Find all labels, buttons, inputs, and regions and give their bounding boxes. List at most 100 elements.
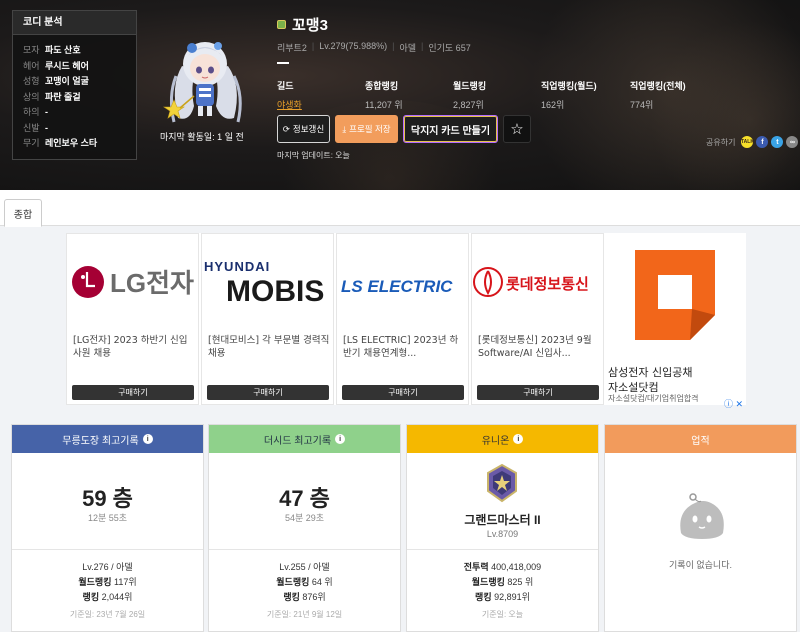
dojo-lv-class: Lv.276 / 아델 xyxy=(82,562,133,572)
ad-banner: LG전자 [LG전자] 2023 하반기 신입사원 채용 구매하기 HYUNDA… xyxy=(66,233,746,405)
buy-button[interactable]: 구매하기 xyxy=(207,385,329,400)
coordi-item-top[interactable]: 상의 파란 줄겉 xyxy=(23,90,126,106)
union-world-rank: 월드랭킹 825 위 xyxy=(471,577,534,587)
coordi-item-bottom: 하의 - xyxy=(23,107,48,117)
union-power: 전투력 400,418,009 xyxy=(463,562,542,572)
coordi-item-shoes: 신발 - xyxy=(23,122,48,133)
achievement-card: 업적 기록이 없습니다. xyxy=(604,424,797,632)
ad-text: [LS ELECTRIC] 2023년 하반기 채용연계형... xyxy=(343,335,459,359)
mobis-logo-icon: HYUNDAI MOBIS xyxy=(204,259,324,307)
favorite-star-button[interactable]: ☆ xyxy=(503,115,531,143)
refresh-icon: ⟳ xyxy=(282,123,290,134)
coordi-item-face[interactable]: 성형 꼬맹이 얼굴 xyxy=(23,74,126,90)
share-bar: 공유하기 TALK f t ∞ xyxy=(706,136,799,148)
achievement-empty-text: 기록이 없습니다. xyxy=(669,560,732,570)
tab-overview[interactable]: 종합 xyxy=(4,199,42,227)
ad-choices-icon[interactable]: ⓘ ✕ xyxy=(724,397,743,410)
ranking-stats: 길드 야생화 종합랭킹 11,207 위 월드랭킹 2,827위 직업랭킹(월드… xyxy=(277,79,720,111)
star-icon: ☆ xyxy=(510,121,524,138)
dojo-time: 12분 55초 xyxy=(87,513,128,523)
buy-button[interactable]: 구매하기 xyxy=(477,385,599,400)
svg-text:LS ELECTRIC: LS ELECTRIC xyxy=(341,277,453,296)
seed-card-header: 더시드 최고기록 i xyxy=(209,425,400,453)
character-name: 꼬맹3 xyxy=(292,17,328,34)
character-avatar-image xyxy=(163,42,242,123)
character-class: 아델 xyxy=(399,43,416,53)
dojo-rank: 랭킹 2,044위 xyxy=(82,592,133,602)
world-icon xyxy=(277,20,286,29)
share-label: 공유하기 xyxy=(706,137,736,147)
empty-slime-icon xyxy=(680,493,724,539)
info-icon[interactable]: i xyxy=(335,434,346,444)
action-buttons: ⟳ 정보갱신 ⤓ 프로필 저장 닥지지 카드 만들기 ☆ xyxy=(277,115,531,143)
stat-guild: 길드 야생화 xyxy=(277,79,365,111)
tab-bar: 종합 xyxy=(0,190,800,227)
buy-button[interactable]: 구매하기 xyxy=(72,385,194,400)
union-card: 유니온 i 그랜드마스터 II Lv.8709 전투력 400,418,009 … xyxy=(406,424,599,632)
link-share-icon[interactable]: ∞ xyxy=(786,136,799,148)
twitter-share-icon[interactable]: t xyxy=(771,136,784,148)
bg-glow xyxy=(260,100,520,190)
stat-job-total-rank: 직업랭킹(전체) 774위 xyxy=(630,81,686,110)
dojo-date: 기준일: 23년 7월 26일 xyxy=(69,610,146,619)
ad-lotte[interactable]: 롯데정보통신 [롯데정보통신] 2023년 9월 Software/AI 신입사… xyxy=(471,233,604,405)
union-card-header: 유니온 i xyxy=(407,425,598,453)
seed-lv-class: Lv.255 / 아델 xyxy=(279,562,330,572)
union-rank: 랭킹 92,891위 xyxy=(475,592,530,602)
seed-rank: 랭킹 876위 xyxy=(283,592,326,602)
ad-mobis[interactable]: HYUNDAI MOBIS [현대모비스] 각 부문별 경력직 채용 구매하기 xyxy=(201,233,334,405)
ad-ls-electric[interactable]: LS ELECTRIC [LS ELECTRIC] 2023년 하반기 채용연계… xyxy=(336,233,469,405)
coordi-panel: 코디 분석 모자 파도 산호 헤어 루시드 헤어 성형 꼬맹이 얼굴 상의 파란 줄겉 … xyxy=(12,10,137,160)
facebook-share-icon[interactable]: f xyxy=(756,136,769,148)
ad-text: [현대모비스] 각 부문별 경력직 채용 xyxy=(208,335,330,359)
achievement-card-header: 업적 xyxy=(605,425,796,453)
coordi-item-weapon[interactable]: 무기 레인보우 스타 xyxy=(23,136,126,152)
last-update-text: 마지막 업데이트: 오늘 xyxy=(277,151,350,160)
coordi-item-hat[interactable]: 모자 파도 산호 xyxy=(23,43,126,59)
jasoseol-logo-icon xyxy=(635,250,715,340)
stat-job-world-rank: 직업랭킹(월드) 162위 xyxy=(541,81,597,110)
last-active-date: 마지막 활동일: 1 일 전 xyxy=(160,132,244,142)
samsung-ad-sub: 자소설닷컴/대기업취업합격 xyxy=(608,394,699,403)
seed-floor: 47 층 xyxy=(279,486,330,511)
dojo-record-card: 무릉도장 최고기록 i 59 층 12분 55초 Lv.276 / 아델 월드랭… xyxy=(11,424,204,632)
seed-record-card: 더시드 최고기록 i 47 층 54분 29초 Lv.255 / 아델 월드랭킹… xyxy=(208,424,401,632)
info-icon[interactable]: i xyxy=(513,434,524,444)
profile-header: 코디 분석 모자 파도 산호 헤어 루시드 헤어 성형 꼬맹이 얼굴 상의 파란 줄겉 … xyxy=(0,0,800,190)
seed-date: 기준일: 21년 9월 12일 xyxy=(266,610,343,619)
info-icon[interactable]: i xyxy=(142,434,153,444)
kakao-share-icon[interactable]: TALK xyxy=(741,136,754,148)
stat-world-rank: 월드랭킹 2,827위 xyxy=(453,81,487,110)
dojo-card-header: 무릉도장 최고기록 i xyxy=(12,425,203,453)
union-level: Lv.8709 xyxy=(486,529,519,539)
dojo-floor: 59 층 xyxy=(82,486,133,511)
guild-link[interactable]: 야생화 xyxy=(277,98,365,111)
ad-lg[interactable]: LG전자 [LG전자] 2023 하반기 신입사원 채용 구매하기 xyxy=(66,233,199,405)
character-info: 꼬맹3 리부트2 | Lv.279(75.988%) | 아델 | 인기도 657 xyxy=(277,14,471,64)
character-popularity: 인기도 657 xyxy=(428,43,471,53)
save-profile-button[interactable]: ⤓ 프로필 저장 xyxy=(335,115,398,143)
refresh-info-button[interactable]: ⟳ 정보갱신 xyxy=(277,115,330,143)
buy-button[interactable]: 구매하기 xyxy=(342,385,464,400)
coordi-title: 코디 분석 xyxy=(13,11,136,35)
seed-world-rank: 월드랭킹 64 위 xyxy=(276,577,333,587)
download-icon: ⤓ xyxy=(342,123,347,134)
coordi-item-hair[interactable]: 헤어 루시드 헤어 xyxy=(23,59,126,75)
svg-text:MOBIS: MOBIS xyxy=(226,275,324,307)
seed-time: 54분 29초 xyxy=(284,513,325,523)
ad-text: [롯데정보통신] 2023년 9월 Software/AI 신입사... xyxy=(478,335,592,359)
lg-logo-icon: LG전자 xyxy=(72,266,194,298)
svg-text:HYUNDAI: HYUNDAI xyxy=(204,259,270,274)
lotte-logo-icon: 롯데정보통신 xyxy=(473,267,589,297)
dojo-world-rank: 월드랭킹 117위 xyxy=(78,577,137,587)
union-grade-emblem-icon xyxy=(487,463,517,503)
divider xyxy=(277,62,289,64)
ad-text: [LG전자] 2023 하반기 신입사원 채용 xyxy=(73,335,188,359)
ls-electric-logo-icon: LS ELECTRIC xyxy=(341,277,453,296)
union-date: 기준일: 오늘 xyxy=(481,610,524,619)
character-world: 리부트2 xyxy=(277,43,307,53)
make-card-button[interactable]: 닥지지 카드 만들기 xyxy=(403,115,498,143)
svg-text:롯데정보통신: 롯데정보통신 xyxy=(506,275,589,293)
ad-samsung[interactable]: 삼성전자 신입공채 자소설닷컴 자소설닷컴/대기업취업합격 xyxy=(604,233,746,405)
character-level: Lv.279(75.988%) xyxy=(319,41,388,51)
